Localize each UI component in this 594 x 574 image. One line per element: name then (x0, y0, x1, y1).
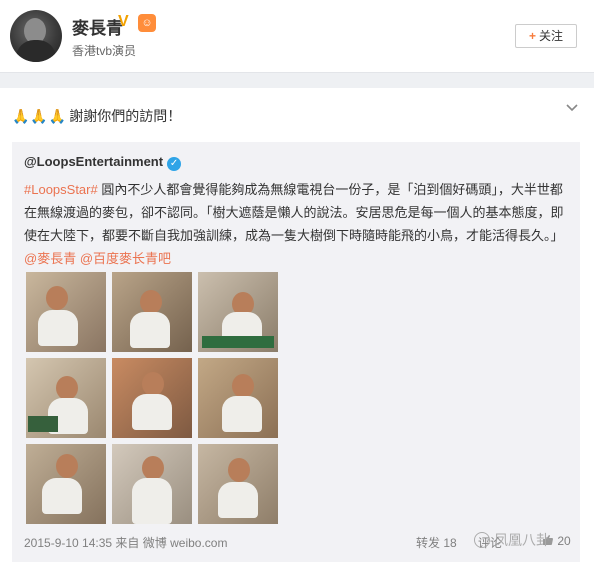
username[interactable]: 麥長青 (72, 14, 123, 39)
profile-header: 麥長青 V ☺ 香港tvb演员 + 关注 (0, 0, 594, 72)
user-bio: 香港tvb演员 (72, 44, 137, 58)
post-source[interactable]: 微博 weibo.com (143, 536, 228, 550)
repost-box: @LoopsEntertainment ✓ #LoopsStar# 圓內不少人都會… (12, 142, 580, 562)
post-timestamp: 2015-9-10 14:35 来自 微博 weibo.com (24, 534, 227, 551)
watermark-text: 凤凰八卦 (494, 532, 550, 548)
plus-icon: + (528, 29, 536, 43)
photo-thumbnail-7[interactable] (26, 444, 106, 524)
photo-thumbnail-5[interactable] (112, 358, 192, 438)
watermark: 凤凰八卦 (474, 530, 550, 550)
photo-thumbnail-9[interactable] (198, 444, 278, 524)
photo-thumbnail-2[interactable] (112, 272, 192, 352)
post-message: 謝謝你們的訪問！ (69, 108, 182, 124)
mention-link[interactable]: @麥長青 (24, 251, 76, 266)
repost-author-name[interactable]: @LoopsEntertainment (24, 154, 163, 169)
avatar[interactable] (10, 10, 62, 62)
hashtag-link[interactable]: #LoopsStar# (24, 182, 98, 197)
section-divider (0, 72, 594, 88)
mention-link-baidu[interactable]: @百度麥长青吧 (80, 251, 171, 266)
praying-hands-icon: 🙏🙏🙏 (12, 108, 68, 124)
photo-thumbnail-6[interactable] (198, 358, 278, 438)
wechat-icon (474, 532, 490, 548)
repost-text: #LoopsStar# 圓內不少人都會覺得能夠成為無線電視台一份子，是「泊到個好… (24, 178, 572, 270)
follow-button[interactable]: + 关注 (515, 24, 577, 48)
repost-body: 圓內不少人都會覺得能夠成為無線電視台一份子，是「泊到個好碼頭」，大半世都在無線渡… (24, 182, 564, 243)
like-count: 20 (557, 534, 571, 548)
post-text: 🙏🙏🙏 謝謝你們的訪問！ (12, 106, 181, 126)
photo-grid (26, 272, 286, 532)
source-prefix: 来自 (115, 536, 140, 550)
level-badge-icon: ☺ (138, 14, 156, 32)
follow-label: 关注 (539, 29, 564, 43)
verified-v-icon: V (118, 13, 129, 30)
photo-thumbnail-1[interactable] (26, 272, 106, 352)
repost-author[interactable]: @LoopsEntertainment ✓ (24, 154, 182, 171)
photo-thumbnail-8[interactable] (112, 444, 192, 524)
photo-thumbnail-3[interactable] (198, 272, 278, 352)
avatar-body (16, 40, 56, 62)
photo-thumbnail-4[interactable] (26, 358, 106, 438)
post-time[interactable]: 2015-9-10 14:35 (24, 536, 112, 550)
chevron-down-icon[interactable] (564, 100, 580, 116)
weibo-post: 🙏🙏🙏 謝謝你們的訪問！ @LoopsEntertainment ✓ #LoopsS… (0, 88, 594, 574)
repost-count[interactable]: 转发 18 (416, 534, 457, 551)
verified-badge-icon: ✓ (167, 157, 182, 171)
